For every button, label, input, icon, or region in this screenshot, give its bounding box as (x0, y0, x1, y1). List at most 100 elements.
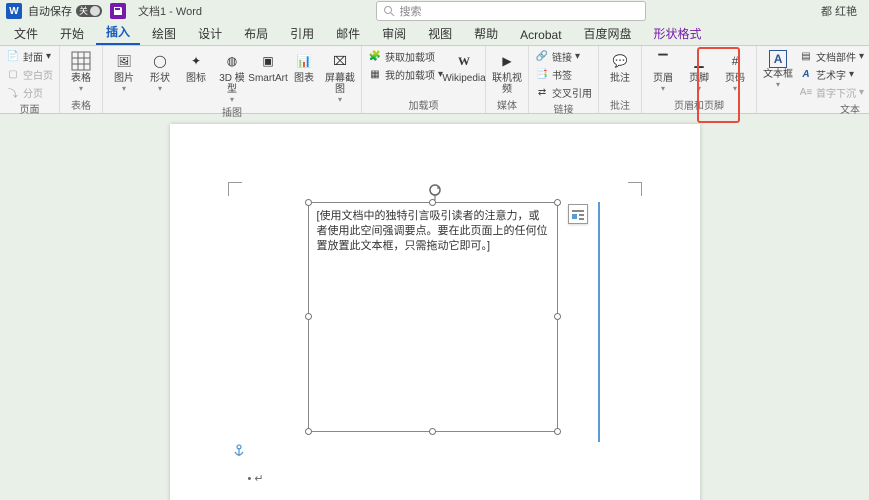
screenshot-button[interactable]: ⌧屏幕截图▾ (323, 48, 357, 104)
vertical-guide (598, 202, 600, 442)
comment-icon: 💬 (609, 50, 631, 72)
xref-button[interactable]: ⇄交叉引用 (533, 84, 594, 101)
smartart-button[interactable]: ▣SmartArt (251, 48, 285, 84)
group-comments: 💬批注 批注 (599, 46, 642, 113)
icons-button[interactable]: ✦图标 (179, 48, 213, 84)
resize-handle-s[interactable] (429, 428, 436, 435)
bookmark-icon: 📑 (535, 68, 549, 82)
ribbon: 📄封面 ▾ ▢空白页 ⤵分页 页面 表格▾ 表格 🖼图片▾ ◯形状▾ ✦图标 ◍… (0, 46, 869, 114)
pagenum-button[interactable]: #页码▾ (718, 48, 752, 93)
textbox-button[interactable]: A文本框▾ (761, 48, 795, 89)
my-addins-button[interactable]: ▦我的加载项 ▾ (366, 66, 445, 83)
anchor-icon (232, 444, 246, 461)
chart-icon: 📊 (293, 50, 315, 72)
resize-handle-se[interactable] (554, 428, 561, 435)
page-break-button[interactable]: ⤵分页 (4, 84, 55, 101)
link-icon: 🔗 (535, 50, 549, 64)
wordart-icon: A (799, 68, 813, 82)
tab-help[interactable]: 帮助 (464, 21, 508, 45)
blank-page-button[interactable]: ▢空白页 (4, 66, 55, 83)
link-button[interactable]: 🔗链接 ▾ (533, 48, 594, 65)
document-area: [使用文档中的独特引言吸引读者的注意力，或者使用此空间强调要点。要在此页面上的任… (0, 114, 869, 500)
quickparts-icon: ▤ (799, 50, 813, 64)
tab-draw[interactable]: 绘图 (142, 21, 186, 45)
online-video-button[interactable]: ▶联机视频 (490, 48, 524, 95)
xref-icon: ⇄ (535, 86, 549, 100)
store-icon: 🧩 (368, 50, 382, 64)
wikipedia-button[interactable]: WWikipedia (447, 48, 481, 84)
group-text: A文本框▾ ▤文档部件 ▾ A艺术字 ▾ A≡首字下沉 ▾ ✎签名行 ▾ 📅日期… (757, 46, 869, 113)
tab-acrobat[interactable]: Acrobat (510, 24, 571, 45)
dropcap-button[interactable]: A≡首字下沉 ▾ (797, 84, 866, 101)
pagenum-icon: # (724, 50, 746, 72)
screenshot-icon: ⌧ (329, 50, 351, 72)
bookmark-button[interactable]: 📑书签 (533, 66, 594, 83)
footer-icon: ▁ (688, 50, 710, 72)
search-icon (383, 5, 395, 17)
autosave-toggle[interactable]: 关 (76, 5, 102, 17)
tab-design[interactable]: 设计 (188, 21, 232, 45)
table-icon (70, 50, 92, 72)
smartart-icon: ▣ (257, 50, 279, 72)
textbox-content[interactable]: [使用文档中的独特引言吸引读者的注意力，或者使用此空间强调要点。要在此页面上的任… (309, 203, 557, 260)
3d-model-button[interactable]: ◍3D 模型▾ (215, 48, 249, 104)
addins-icon: ▦ (368, 68, 382, 82)
save-icon[interactable] (110, 3, 126, 19)
word-app-icon: W (6, 3, 22, 19)
margin-corner-tl (228, 182, 242, 196)
wikipedia-icon: W (453, 50, 475, 72)
group-addins: 🧩获取加载项 ▦我的加载项 ▾ WWikipedia 加载项 (362, 46, 486, 113)
tab-baidu[interactable]: 百度网盘 (574, 21, 642, 45)
resize-handle-n[interactable] (429, 199, 436, 206)
textbox-icon: A (769, 50, 787, 68)
tab-references[interactable]: 引用 (280, 21, 324, 45)
resize-handle-w[interactable] (305, 313, 312, 320)
ribbon-tabs: 文件 开始 插入 绘图 设计 布局 引用 邮件 审阅 视图 帮助 Acrobat… (0, 22, 869, 46)
user-name: 都 红艳 (821, 3, 857, 19)
page[interactable]: [使用文档中的独特引言吸引读者的注意力，或者使用此空间强调要点。要在此页面上的任… (170, 124, 700, 500)
table-button[interactable]: 表格▾ (64, 48, 98, 93)
cover-page-icon: 📄 (6, 50, 20, 64)
layout-options-button[interactable] (568, 204, 588, 224)
shapes-button[interactable]: ◯形状▾ (143, 48, 177, 93)
resize-handle-e[interactable] (554, 313, 561, 320)
autosave-label: 自动保存 (28, 3, 72, 19)
picture-icon: 🖼 (113, 50, 135, 72)
comment-button[interactable]: 💬批注 (603, 48, 637, 84)
icons-icon: ✦ (185, 50, 207, 72)
picture-button[interactable]: 🖼图片▾ (107, 48, 141, 93)
cover-page-button[interactable]: 📄封面 ▾ (4, 48, 55, 65)
quickparts-button[interactable]: ▤文档部件 ▾ (797, 48, 866, 65)
tab-shape-format[interactable]: 形状格式 (644, 21, 712, 45)
resize-handle-sw[interactable] (305, 428, 312, 435)
header-icon: ▔ (652, 50, 674, 72)
page-break-icon: ⤵ (6, 86, 20, 100)
resize-handle-ne[interactable] (554, 199, 561, 206)
tab-insert[interactable]: 插入 (96, 19, 140, 45)
tab-layout[interactable]: 布局 (234, 21, 278, 45)
resize-handle-nw[interactable] (305, 199, 312, 206)
wordart-button[interactable]: A艺术字 ▾ (797, 66, 866, 83)
chart-button[interactable]: 📊图表 (287, 48, 321, 84)
tab-file[interactable]: 文件 (4, 21, 48, 45)
blank-page-icon: ▢ (6, 68, 20, 82)
tab-review[interactable]: 审阅 (372, 21, 416, 45)
document-title: 文档1 - Word (138, 3, 202, 19)
3d-model-icon: ◍ (221, 50, 243, 72)
footer-button[interactable]: ▁页脚▾ (682, 48, 716, 93)
tab-view[interactable]: 视图 (418, 21, 462, 45)
header-button[interactable]: ▔页眉▾ (646, 48, 680, 93)
layout-options-icon (571, 207, 585, 221)
video-icon: ▶ (496, 50, 518, 72)
shapes-icon: ◯ (149, 50, 171, 72)
dropcap-icon: A≡ (799, 86, 813, 100)
search-input[interactable]: 搜索 (376, 1, 646, 21)
selected-textbox[interactable]: [使用文档中的独特引言吸引读者的注意力，或者使用此空间强调要点。要在此页面上的任… (308, 202, 558, 432)
group-media: ▶联机视频 媒体 (486, 46, 529, 113)
paragraph-mark: • ↵ (248, 472, 264, 485)
get-addins-button[interactable]: 🧩获取加载项 (366, 48, 445, 65)
group-headerfooter: ▔页眉▾ ▁页脚▾ #页码▾ 页眉和页脚 (642, 46, 757, 113)
group-links: 🔗链接 ▾ 📑书签 ⇄交叉引用 链接 (529, 46, 599, 113)
tab-home[interactable]: 开始 (50, 21, 94, 45)
tab-mailings[interactable]: 邮件 (326, 21, 370, 45)
